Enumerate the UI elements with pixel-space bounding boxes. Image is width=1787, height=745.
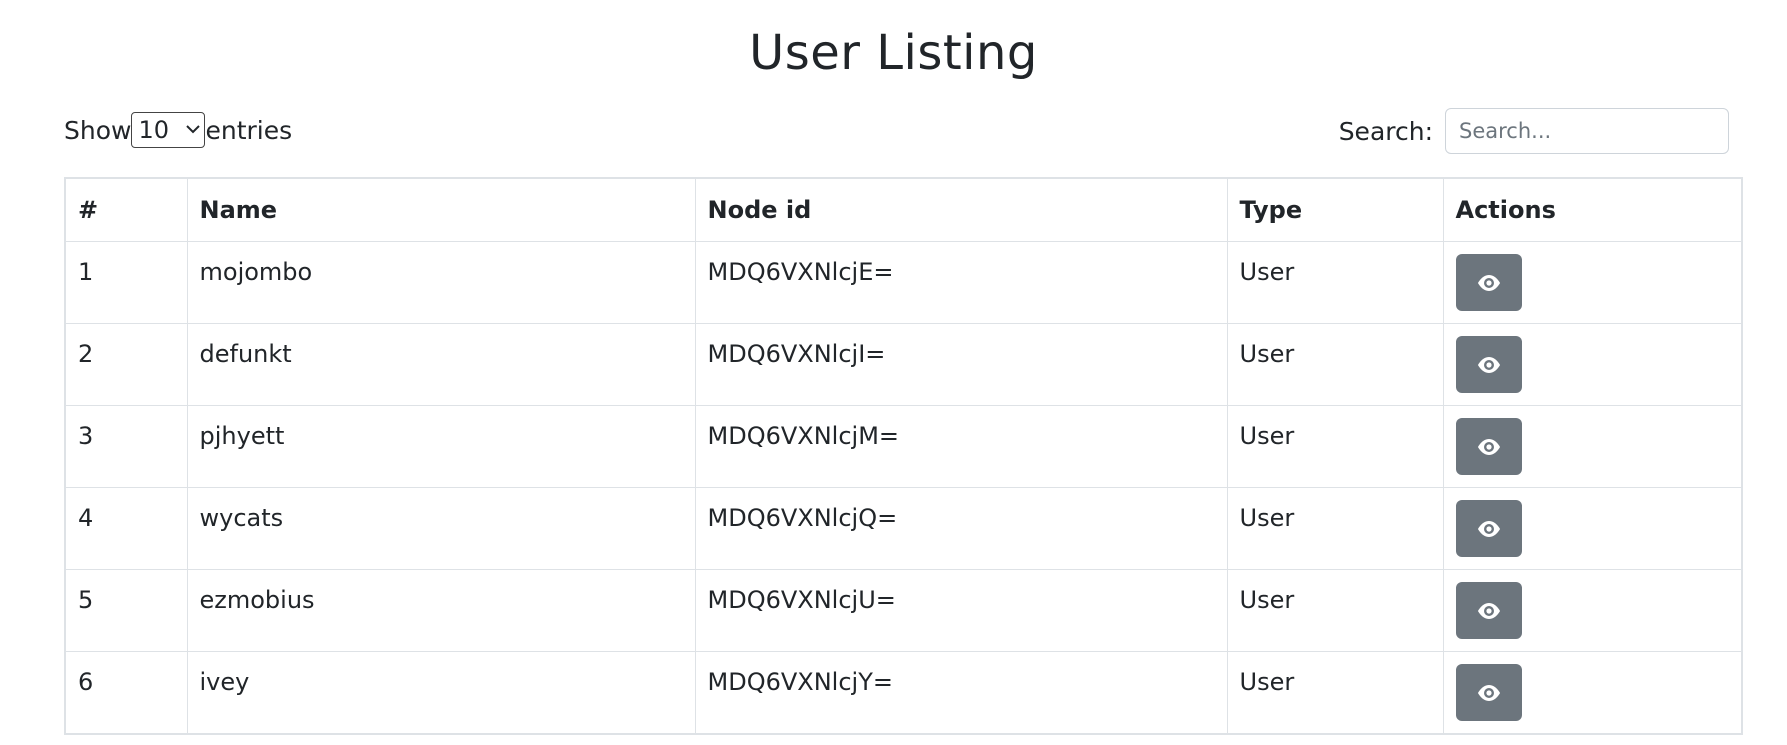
view-user-button[interactable]	[1455, 500, 1522, 557]
cell-type: User	[1226, 651, 1444, 734]
cell-name: ivey	[186, 651, 696, 734]
table-row: 2 defunkt MDQ6VXNlcjI= User	[64, 323, 1743, 406]
cell-type: User	[1226, 323, 1444, 406]
table-row: 6 ivey MDQ6VXNlcjY= User	[64, 651, 1743, 734]
table-body: 1 mojombo MDQ6VXNlcjE= User 2 defunkt MDQ6VXNl…	[64, 241, 1743, 734]
user-listing-page: User Listing Show 10 entries Search: Sea…	[0, 0, 1787, 745]
cell-actions	[1442, 323, 1743, 406]
cell-name: defunkt	[186, 323, 696, 406]
eye-icon	[1476, 683, 1502, 703]
table-header-row: # Name Node id Type Actions	[64, 177, 1743, 242]
cell-actions	[1442, 405, 1743, 488]
view-user-button[interactable]	[1455, 418, 1522, 475]
cell-type: User	[1226, 241, 1444, 324]
table-row: 4 wycats MDQ6VXNlcjQ= User	[64, 487, 1743, 570]
entries-length-control: Show 10 entries	[64, 112, 292, 148]
column-header-number[interactable]: #	[64, 177, 188, 242]
cell-number: 6	[64, 651, 188, 734]
cell-type: User	[1226, 405, 1444, 488]
cell-number: 3	[64, 405, 188, 488]
search-input[interactable]	[1445, 108, 1729, 154]
column-header-node-id[interactable]: Node id	[694, 177, 1228, 242]
cell-node-id: MDQ6VXNlcjI=	[694, 323, 1228, 406]
view-user-button[interactable]	[1455, 254, 1522, 311]
view-user-button[interactable]	[1455, 664, 1522, 721]
cell-name: pjhyett	[186, 405, 696, 488]
column-header-type[interactable]: Type	[1226, 177, 1444, 242]
cell-node-id: MDQ6VXNlcjY=	[694, 651, 1228, 734]
cell-actions	[1442, 569, 1743, 652]
view-user-button[interactable]	[1455, 336, 1522, 393]
table-controls: Show 10 entries Search:	[64, 108, 1729, 154]
cell-actions	[1442, 651, 1743, 734]
cell-name: ezmobius	[186, 569, 696, 652]
cell-node-id: MDQ6VXNlcjE=	[694, 241, 1228, 324]
cell-number: 2	[64, 323, 188, 406]
cell-actions	[1442, 487, 1743, 570]
entries-per-page-value: 10	[138, 116, 170, 144]
cell-node-id: MDQ6VXNlcjU=	[694, 569, 1228, 652]
cell-type: User	[1226, 487, 1444, 570]
entries-suffix-label: entries	[205, 115, 293, 145]
cell-node-id: MDQ6VXNlcjM=	[694, 405, 1228, 488]
cell-name: mojombo	[186, 241, 696, 324]
chevron-down-icon	[186, 122, 201, 138]
eye-icon	[1476, 437, 1502, 457]
column-header-name[interactable]: Name	[186, 177, 696, 242]
user-table: # Name Node id Type Actions 1 mojombo MDQ6…	[64, 177, 1743, 735]
search-control: Search:	[1339, 108, 1729, 154]
eye-icon	[1476, 601, 1502, 621]
table-row: 1 mojombo MDQ6VXNlcjE= User	[64, 241, 1743, 324]
table-row: 3 pjhyett MDQ6VXNlcjM= User	[64, 405, 1743, 488]
cell-actions	[1442, 241, 1743, 324]
page-title: User Listing	[749, 25, 1038, 81]
cell-node-id: MDQ6VXNlcjQ=	[694, 487, 1228, 570]
cell-number: 4	[64, 487, 188, 570]
eye-icon	[1476, 519, 1502, 539]
cell-name: wycats	[186, 487, 696, 570]
cell-number: 5	[64, 569, 188, 652]
entries-show-label: Show	[64, 115, 132, 145]
search-label: Search:	[1338, 116, 1433, 146]
cell-type: User	[1226, 569, 1444, 652]
eye-icon	[1476, 355, 1502, 375]
user-table-container: # Name Node id Type Actions 1 mojombo MDQ6…	[64, 177, 1743, 735]
view-user-button[interactable]	[1455, 582, 1522, 639]
cell-number: 1	[64, 241, 188, 324]
eye-icon	[1476, 273, 1502, 293]
column-header-actions: Actions	[1442, 177, 1743, 242]
table-row: 5 ezmobius MDQ6VXNlcjU= User	[64, 569, 1743, 652]
entries-per-page-select[interactable]: 10	[131, 112, 206, 148]
